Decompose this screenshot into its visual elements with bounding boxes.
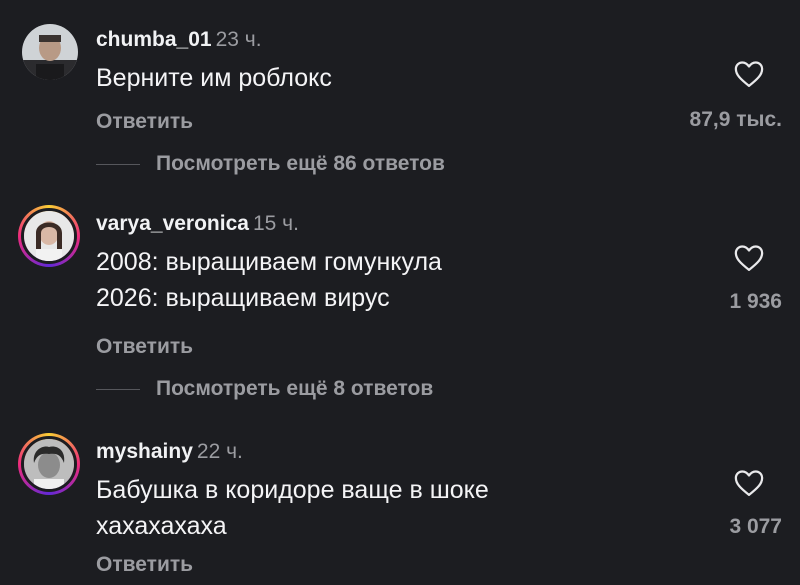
comment-header: myshainy 22 ч. xyxy=(96,440,243,464)
reply-button[interactable]: Ответить xyxy=(96,553,193,577)
like-count: 87,9 тыс. xyxy=(689,108,782,131)
avatar-inner xyxy=(21,436,77,492)
avatar-photo xyxy=(22,24,78,80)
timestamp: 15 ч. xyxy=(252,212,299,235)
comment-text: Бабушка в коридоре ваще в шоке хахахахах… xyxy=(96,472,489,544)
comment-line: Бабушка в коридоре ваще в шоке xyxy=(96,476,489,504)
view-more-replies-label[interactable]: Посмотреть ещё 8 ответов xyxy=(156,377,433,401)
comment-text: Верните им роблокс xyxy=(96,60,332,96)
comment-header: varya_veronica 15 ч. xyxy=(96,212,299,236)
avatar-inner xyxy=(21,208,77,264)
comment-line: 2008: выращиваем гомункула xyxy=(96,248,442,276)
reply-button[interactable]: Ответить xyxy=(96,110,193,134)
comment-text: 2008: выращиваем гомункула 2026: выращив… xyxy=(96,244,442,316)
timestamp: 23 ч. xyxy=(215,28,262,51)
heart-icon[interactable] xyxy=(734,244,764,272)
heart-icon[interactable] xyxy=(734,60,764,88)
username[interactable]: varya_veronica xyxy=(96,212,249,235)
view-more-replies[interactable]: Посмотреть ещё 8 ответов xyxy=(96,377,433,401)
like-count: 3 077 xyxy=(729,515,782,538)
username[interactable]: myshainy xyxy=(96,440,193,463)
avatar-photo xyxy=(24,211,74,261)
username[interactable]: chumba_01 xyxy=(96,28,212,51)
view-more-replies[interactable]: Посмотреть ещё 86 ответов xyxy=(96,152,445,176)
heart-icon[interactable] xyxy=(734,469,764,497)
avatar-photo xyxy=(24,439,74,489)
avatar-varya-veronica[interactable] xyxy=(18,205,80,267)
view-more-replies-label[interactable]: Посмотреть ещё 86 ответов xyxy=(156,152,445,176)
avatar-myshainy[interactable] xyxy=(18,433,80,495)
divider-line xyxy=(96,163,140,165)
avatar-chumba-01[interactable] xyxy=(22,24,78,80)
comment-line: Верните им роблокс xyxy=(96,64,332,92)
reply-button[interactable]: Ответить xyxy=(96,335,193,359)
like-count: 1 936 xyxy=(729,290,782,313)
comment-header: chumba_01 23 ч. xyxy=(96,28,262,52)
comment-line: 2026: выращиваем вирус xyxy=(96,284,390,312)
divider-line xyxy=(96,388,140,390)
comment-line: хахахахаха xyxy=(96,512,227,540)
timestamp: 22 ч. xyxy=(196,440,243,463)
